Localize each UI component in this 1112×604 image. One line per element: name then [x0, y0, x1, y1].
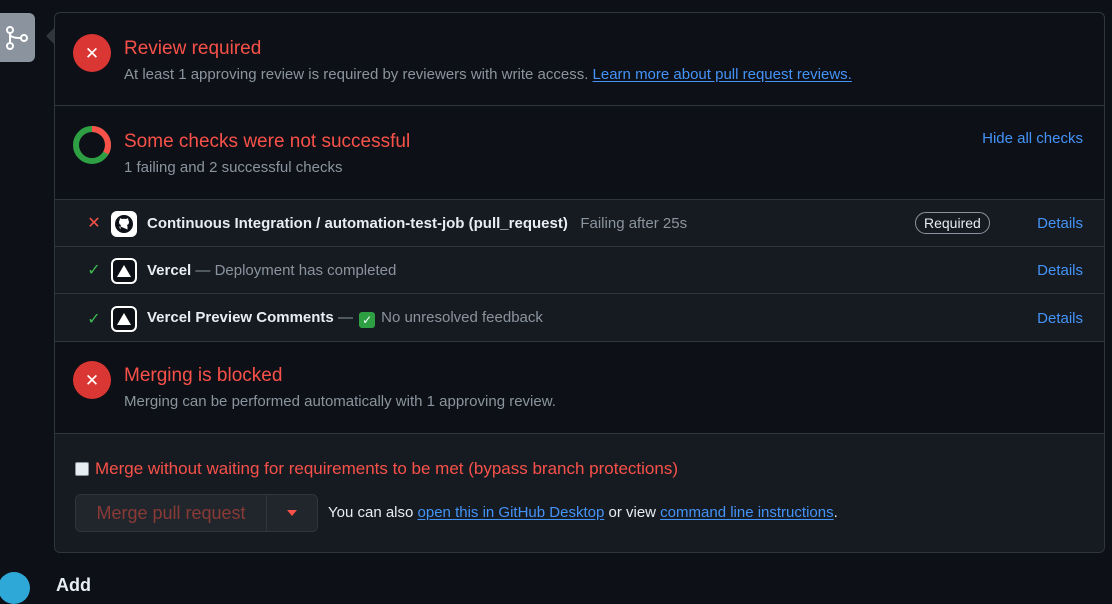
add-comment-heading: Add	[56, 575, 91, 595]
bypass-checkbox-label[interactable]: Merge without waiting for requirements t…	[75, 459, 678, 479]
review-subtitle-text: At least 1 approving review is required …	[124, 66, 589, 83]
git-merge-icon-badge	[0, 13, 35, 62]
review-subtitle: At least 1 approving review is required …	[124, 66, 852, 83]
checks-title: Some checks were not successful	[124, 131, 411, 152]
merge-alternatives-note: You can also open this in GitHub Desktop…	[328, 504, 838, 521]
check-name: Vercel Preview Comments	[147, 309, 334, 326]
review-required-section: ✕ Review required At least 1 approving r…	[55, 13, 1104, 106]
command-line-instructions-link[interactable]: command line instructions	[660, 504, 833, 521]
avatar[interactable]	[0, 572, 30, 604]
git-merge-icon	[5, 25, 28, 50]
blocked-subtitle: Merging can be performed automatically w…	[124, 393, 556, 410]
merge-box: ✕ Review required At least 1 approving r…	[54, 12, 1105, 553]
check-row: ✓ Vercel Preview Comments — ✓ No unresolv…	[55, 295, 1104, 342]
merging-blocked-section: ✕ Merging is blocked Merging can be perf…	[55, 342, 1104, 434]
blocked-title: Merging is blocked	[124, 365, 283, 386]
check-description: Deployment has completed	[214, 261, 397, 279]
check-name: Continuous Integration / automation-test…	[147, 214, 568, 232]
vercel-icon	[111, 306, 137, 332]
check-text: Vercel Preview Comments — ✓ No unresolved…	[147, 309, 543, 328]
check-separator: —	[195, 261, 211, 279]
merge-controls-section: Merge without waiting for requirements t…	[55, 434, 1104, 552]
merge-pull-request-button[interactable]: Merge pull request	[76, 495, 267, 531]
check-text: Continuous Integration / automation-test…	[147, 215, 687, 232]
bypass-checkbox[interactable]	[75, 462, 89, 476]
details-link[interactable]: Details	[1037, 310, 1083, 327]
x-circle-icon: ✕	[73, 361, 111, 399]
check-description: Failing after 25s	[580, 214, 688, 232]
bypass-label-text: Merge without waiting for requirements t…	[95, 459, 678, 478]
checks-section: Some checks were not successful 1 failin…	[55, 106, 1104, 199]
checkmark-box-icon: ✓	[359, 312, 376, 328]
details-link[interactable]: Details	[1037, 262, 1083, 279]
details-link[interactable]: Details	[1037, 215, 1083, 232]
github-icon	[111, 211, 137, 237]
hide-all-checks-link[interactable]: Hide all checks	[982, 130, 1083, 147]
vercel-icon	[111, 258, 137, 284]
note-suffix: .	[833, 504, 838, 521]
check-description: No unresolved feedback	[381, 309, 543, 326]
check-name: Vercel	[147, 261, 192, 279]
note-middle: or view	[608, 504, 656, 521]
merge-options-dropdown[interactable]	[267, 495, 317, 531]
check-row: ✓ Vercel — Deployment has completed Deta…	[55, 247, 1104, 294]
x-circle-icon: ✕	[73, 34, 111, 72]
check-text: Vercel — Deployment has completed	[147, 262, 396, 279]
checks-donut-icon	[73, 126, 111, 164]
learn-more-link[interactable]: Learn more about pull request reviews.	[593, 66, 852, 83]
check-row: ✕ Continuous Integration / automation-te…	[55, 200, 1104, 247]
checks-list: ✕ Continuous Integration / automation-te…	[55, 199, 1104, 342]
check-icon: ✓	[87, 310, 101, 328]
merge-button-group: Merge pull request	[75, 494, 318, 532]
review-title: Review required	[124, 38, 262, 59]
required-badge: Required	[915, 212, 990, 234]
x-icon: ✕	[87, 215, 101, 232]
note-prefix: You can also	[328, 504, 414, 521]
checks-subtitle: 1 failing and 2 successful checks	[124, 159, 343, 176]
check-icon: ✓	[87, 262, 101, 279]
github-desktop-link[interactable]: open this in GitHub Desktop	[418, 504, 605, 521]
check-separator: —	[337, 309, 353, 326]
triangle-down-icon	[287, 510, 297, 516]
